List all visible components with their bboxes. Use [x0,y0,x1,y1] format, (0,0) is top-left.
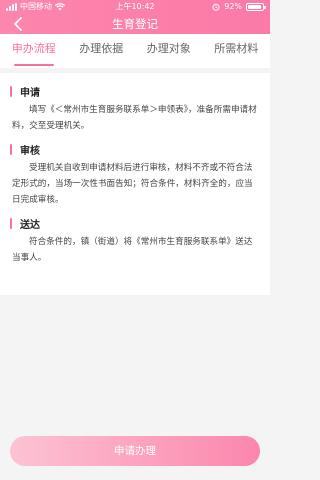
section-marker [10,85,12,97]
section-body: 符合条件的，镇（街道）将《常州市生育服务联系单》送达当事人。 [12,237,253,263]
process-content: 申请 填写《＜常州市生育服务联系单＞申领表》，准备所需申请材料，交至受理机关。 … [0,73,270,295]
section-header: 申请 [10,83,260,99]
tab-basis[interactable]: 办理依据 [68,34,136,68]
section-review: 审核 受理机关自收到申请材料后进行审核，材料不齐或不符合法定形式的，当场一次性书… [10,141,260,208]
section-body: 填写《＜常州市生育服务联系单＞申领表》，准备所需申请材料，交至受理机关。 [12,105,257,131]
status-bar: 中国移动 上午10:42 92% [0,0,270,14]
section-marker [10,217,12,229]
tab-process[interactable]: 申办流程 [0,34,68,68]
battery-icon [246,3,266,11]
section-body: 受理机关自收到申请材料后进行审核，材料不齐或不符合法定形式的，当场一次性书面告知… [12,163,253,205]
tab-materials[interactable]: 所需材料 [203,34,271,68]
section-title: 送达 [20,219,40,231]
section-title: 申请 [20,87,40,99]
apply-button[interactable]: 申请办理 [10,436,260,466]
battery-percent: 92% [224,2,242,11]
alarm-icon [212,3,220,11]
section-title: 审核 [20,145,40,157]
section-header: 审核 [10,141,260,157]
section-delivery: 送达 符合条件的，镇（街道）将《常州市生育服务联系单》送达当事人。 [10,215,260,266]
tab-target[interactable]: 办理对象 [135,34,203,68]
header: 中国移动 上午10:42 92% 生育登记 [0,0,270,34]
tab-bar: 申办流程 办理依据 办理对象 所需材料 [0,34,270,68]
section-apply: 申请 填写《＜常州市生育服务联系单＞申领表》，准备所需申请材料，交至受理机关。 [10,83,260,134]
section-marker [10,143,12,155]
nav-bar: 生育登记 [0,14,270,34]
section-header: 送达 [10,215,260,231]
page-title: 生育登记 [112,17,158,31]
status-right: 92% [212,0,266,14]
